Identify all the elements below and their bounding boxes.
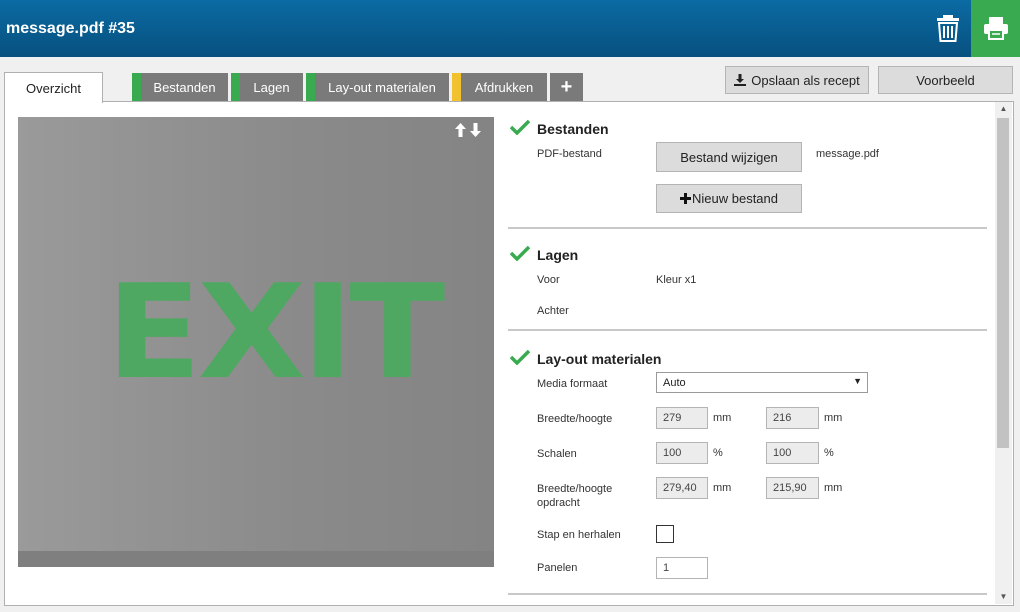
change-file-label: Bestand wijzigen — [680, 149, 778, 165]
section-divider — [508, 227, 987, 229]
trash-icon[interactable] — [934, 13, 962, 43]
height-input[interactable]: 216 — [766, 407, 819, 429]
printer-icon — [984, 17, 1008, 40]
tab-lagen[interactable]: Lagen — [231, 73, 303, 101]
save-recipe-label: Opslaan als recept — [751, 72, 860, 88]
front-label: Voor — [537, 274, 560, 286]
arrow-up-icon[interactable] — [455, 123, 466, 137]
back-label: Achter — [537, 305, 569, 317]
panels-input[interactable]: 1 — [656, 557, 708, 579]
flip-arrows[interactable] — [455, 123, 481, 137]
scroll-up-icon[interactable]: ▲ — [995, 102, 1012, 116]
tab-status-stripe — [452, 73, 461, 101]
preview-exit-text: EXIT — [106, 256, 445, 408]
header-bar: message.pdf #35 — [0, 0, 1020, 57]
preview-label: Voorbeeld — [916, 72, 975, 88]
tab-layout-materialen[interactable]: Lay-out materialen — [306, 73, 449, 101]
plus-icon — [680, 193, 691, 204]
section-divider — [508, 593, 987, 595]
download-icon — [734, 74, 747, 86]
section-title-layout-materialen: Lay-out materialen — [537, 351, 662, 367]
tab-afdrukken[interactable]: Afdrukken — [452, 73, 547, 101]
tab-afdrukken-label: Afdrukken — [474, 79, 534, 95]
plus-icon: + — [560, 75, 573, 98]
width-input[interactable]: 279 — [656, 407, 708, 429]
tab-lagen-label: Lagen — [253, 79, 290, 95]
unit-mm: mm — [824, 482, 843, 494]
size-label: Breedte/hoogte — [537, 413, 613, 425]
arrow-down-icon[interactable] — [470, 123, 481, 137]
unit-percent: % — [713, 447, 723, 459]
document-preview: EXIT — [18, 117, 494, 567]
section-divider — [508, 329, 987, 331]
unit-mm: mm — [713, 412, 732, 424]
unit-mm: mm — [713, 482, 732, 494]
chevron-down-icon: ▼ — [853, 376, 862, 386]
section-title-bestanden: Bestanden — [537, 121, 609, 137]
job-size-label-line1: Breedte/hoogte — [537, 483, 613, 495]
tab-status-stripe — [306, 73, 315, 101]
tab-overzicht[interactable]: Overzicht — [4, 72, 103, 103]
tab-bestanden[interactable]: Bestanden — [132, 73, 228, 101]
print-button[interactable] — [971, 0, 1020, 57]
new-file-button[interactable]: Nieuw bestand — [656, 184, 802, 213]
media-format-label: Media formaat — [537, 378, 608, 390]
change-file-button[interactable]: Bestand wijzigen — [656, 142, 802, 172]
add-tab-button[interactable]: + — [550, 73, 583, 101]
tab-status-stripe — [231, 73, 240, 101]
checkmark-icon — [510, 119, 530, 135]
panel-scrollbar[interactable]: ▲ ▼ — [995, 102, 1012, 604]
unit-mm: mm — [824, 412, 843, 424]
pdf-file-label: PDF-bestand — [537, 148, 602, 160]
scrollbar-thumb[interactable] — [997, 118, 1009, 448]
section-title-lagen: Lagen — [537, 247, 579, 263]
job-width-input[interactable]: 279,40 — [656, 477, 708, 499]
unit-percent: % — [824, 447, 834, 459]
tab-status-stripe — [132, 73, 141, 101]
preview-button[interactable]: Voorbeeld — [878, 66, 1013, 94]
preview-bottom-band — [18, 551, 494, 567]
save-recipe-button[interactable]: Opslaan als recept — [725, 66, 869, 94]
scroll-down-icon[interactable]: ▼ — [995, 590, 1012, 604]
media-format-select[interactable]: Auto ▼ — [656, 372, 868, 393]
checkmark-icon — [510, 245, 530, 261]
tab-bestanden-label: Bestanden — [153, 79, 216, 95]
scale-label: Schalen — [537, 448, 577, 460]
panels-label: Panelen — [537, 562, 578, 574]
job-height-input[interactable]: 215,90 — [766, 477, 819, 499]
page-title: message.pdf #35 — [6, 20, 135, 37]
scale-y-input[interactable]: 100 — [766, 442, 819, 464]
media-format-value: Auto — [663, 377, 686, 389]
scale-x-input[interactable]: 100 — [656, 442, 708, 464]
tab-layout-materialen-label: Lay-out materialen — [328, 79, 436, 95]
front-value: Kleur x1 — [656, 274, 697, 286]
job-size-label-line2: opdracht — [537, 497, 580, 509]
step-repeat-checkbox[interactable] — [656, 525, 674, 543]
checkmark-icon — [510, 349, 530, 365]
step-repeat-label: Stap en herhalen — [537, 529, 621, 541]
tab-overzicht-label: Overzicht — [26, 80, 81, 96]
new-file-label: Nieuw bestand — [692, 191, 778, 206]
file-name: message.pdf — [816, 148, 879, 160]
